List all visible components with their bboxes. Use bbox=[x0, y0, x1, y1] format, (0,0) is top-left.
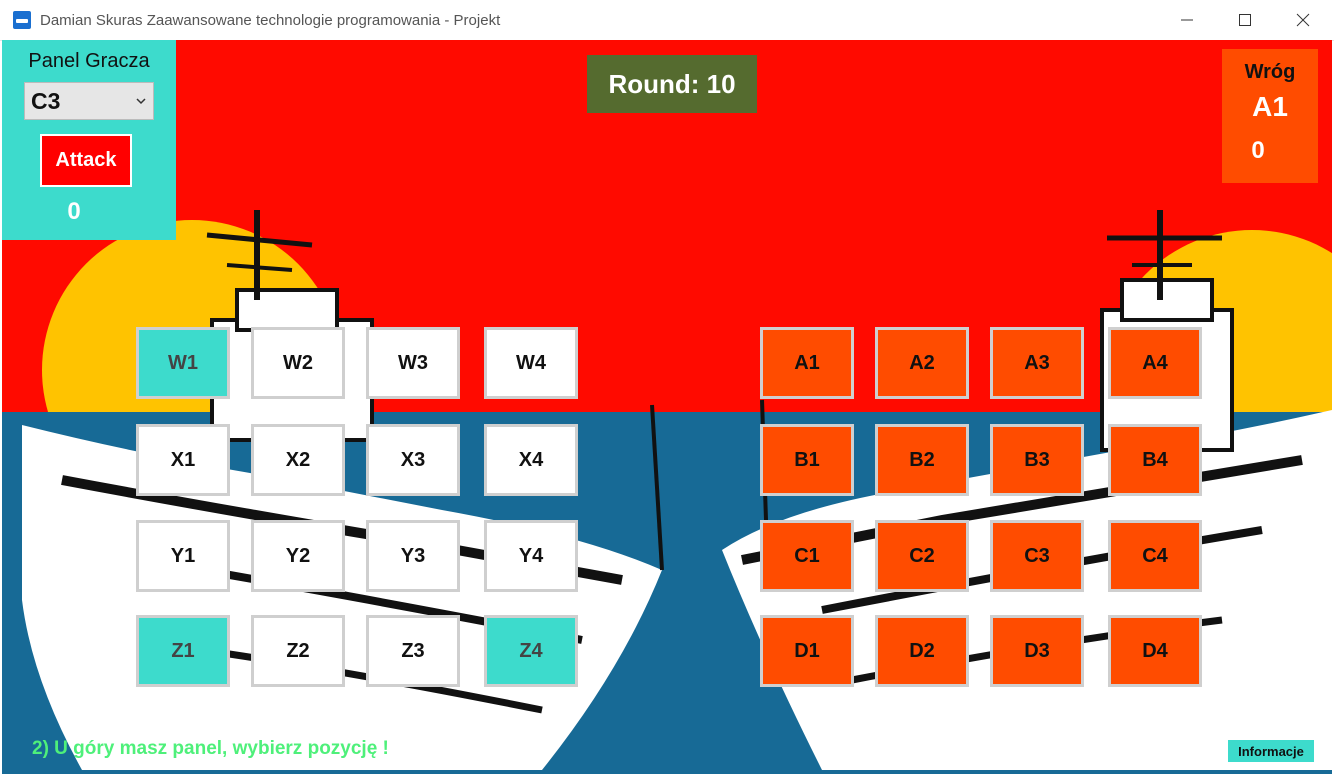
player-cell-y1[interactable]: Y1 bbox=[136, 520, 230, 592]
minimize-button[interactable] bbox=[1158, 0, 1216, 40]
enemy-cell-c1[interactable]: C1 bbox=[760, 520, 854, 592]
player-cell-w2[interactable]: W2 bbox=[251, 327, 345, 399]
enemy-cell-b4[interactable]: B4 bbox=[1108, 424, 1202, 496]
close-button[interactable] bbox=[1274, 0, 1332, 40]
enemy-cell-a3[interactable]: A3 bbox=[990, 327, 1084, 399]
player-score: 0 bbox=[67, 198, 81, 225]
enemy-panel-title: Wróg bbox=[1244, 61, 1296, 83]
enemy-cell-b1[interactable]: B1 bbox=[760, 424, 854, 496]
chevron-down-icon bbox=[136, 98, 146, 105]
player-cell-z4[interactable]: Z4 bbox=[484, 615, 578, 687]
minimize-icon bbox=[1181, 19, 1193, 21]
player-panel: Panel Gracza C3 Attack 0 bbox=[2, 40, 176, 240]
player-cell-y2[interactable]: Y2 bbox=[251, 520, 345, 592]
close-icon bbox=[1296, 13, 1310, 27]
player-cell-x1[interactable]: X1 bbox=[136, 424, 230, 496]
player-cell-z3[interactable]: Z3 bbox=[366, 615, 460, 687]
player-cell-x2[interactable]: X2 bbox=[251, 424, 345, 496]
round-counter: Round: 10 bbox=[587, 55, 757, 113]
enemy-target: A1 bbox=[1252, 91, 1288, 122]
enemy-cell-d3[interactable]: D3 bbox=[990, 615, 1084, 687]
app-window: Damian Skuras Zaawansowane technologie p… bbox=[0, 0, 1334, 776]
position-select[interactable]: C3 bbox=[24, 82, 154, 120]
player-cell-x3[interactable]: X3 bbox=[366, 424, 460, 496]
window-title: Damian Skuras Zaawansowane technologie p… bbox=[40, 12, 501, 29]
enemy-panel: Wróg A1 0 bbox=[1222, 49, 1318, 183]
enemy-cell-c2[interactable]: C2 bbox=[875, 520, 969, 592]
player-cell-x4[interactable]: X4 bbox=[484, 424, 578, 496]
enemy-cell-d1[interactable]: D1 bbox=[760, 615, 854, 687]
maximize-icon bbox=[1239, 14, 1251, 26]
maximize-button[interactable] bbox=[1216, 0, 1274, 40]
enemy-cell-d4[interactable]: D4 bbox=[1108, 615, 1202, 687]
player-cell-z1[interactable]: Z1 bbox=[136, 615, 230, 687]
enemy-cell-b3[interactable]: B3 bbox=[990, 424, 1084, 496]
player-cell-z2[interactable]: Z2 bbox=[251, 615, 345, 687]
enemy-score: 0 bbox=[1251, 137, 1265, 164]
enemy-cell-b2[interactable]: B2 bbox=[875, 424, 969, 496]
info-button[interactable]: Informacje bbox=[1226, 738, 1316, 764]
enemy-cell-a2[interactable]: A2 bbox=[875, 327, 969, 399]
attack-button[interactable]: Attack bbox=[40, 134, 132, 187]
battleship-app-icon bbox=[13, 11, 31, 29]
position-select-value: C3 bbox=[31, 88, 61, 114]
player-cell-w1[interactable]: W1 bbox=[136, 327, 230, 399]
game-area: Panel Gracza C3 Attack 0 Round: 10 Wróg … bbox=[2, 40, 1332, 774]
player-cell-y4[interactable]: Y4 bbox=[484, 520, 578, 592]
player-cell-w3[interactable]: W3 bbox=[366, 327, 460, 399]
enemy-cell-a1[interactable]: A1 bbox=[760, 327, 854, 399]
player-panel-title: Panel Gracza bbox=[28, 50, 150, 72]
hint-text: 2) U góry masz panel, wybierz pozycję ! bbox=[32, 738, 389, 759]
enemy-cell-a4[interactable]: A4 bbox=[1108, 327, 1202, 399]
title-bar: Damian Skuras Zaawansowane technologie p… bbox=[0, 0, 1334, 41]
player-cell-y3[interactable]: Y3 bbox=[366, 520, 460, 592]
enemy-cell-c3[interactable]: C3 bbox=[990, 520, 1084, 592]
enemy-cell-c4[interactable]: C4 bbox=[1108, 520, 1202, 592]
player-cell-w4[interactable]: W4 bbox=[484, 327, 578, 399]
enemy-cell-d2[interactable]: D2 bbox=[875, 615, 969, 687]
